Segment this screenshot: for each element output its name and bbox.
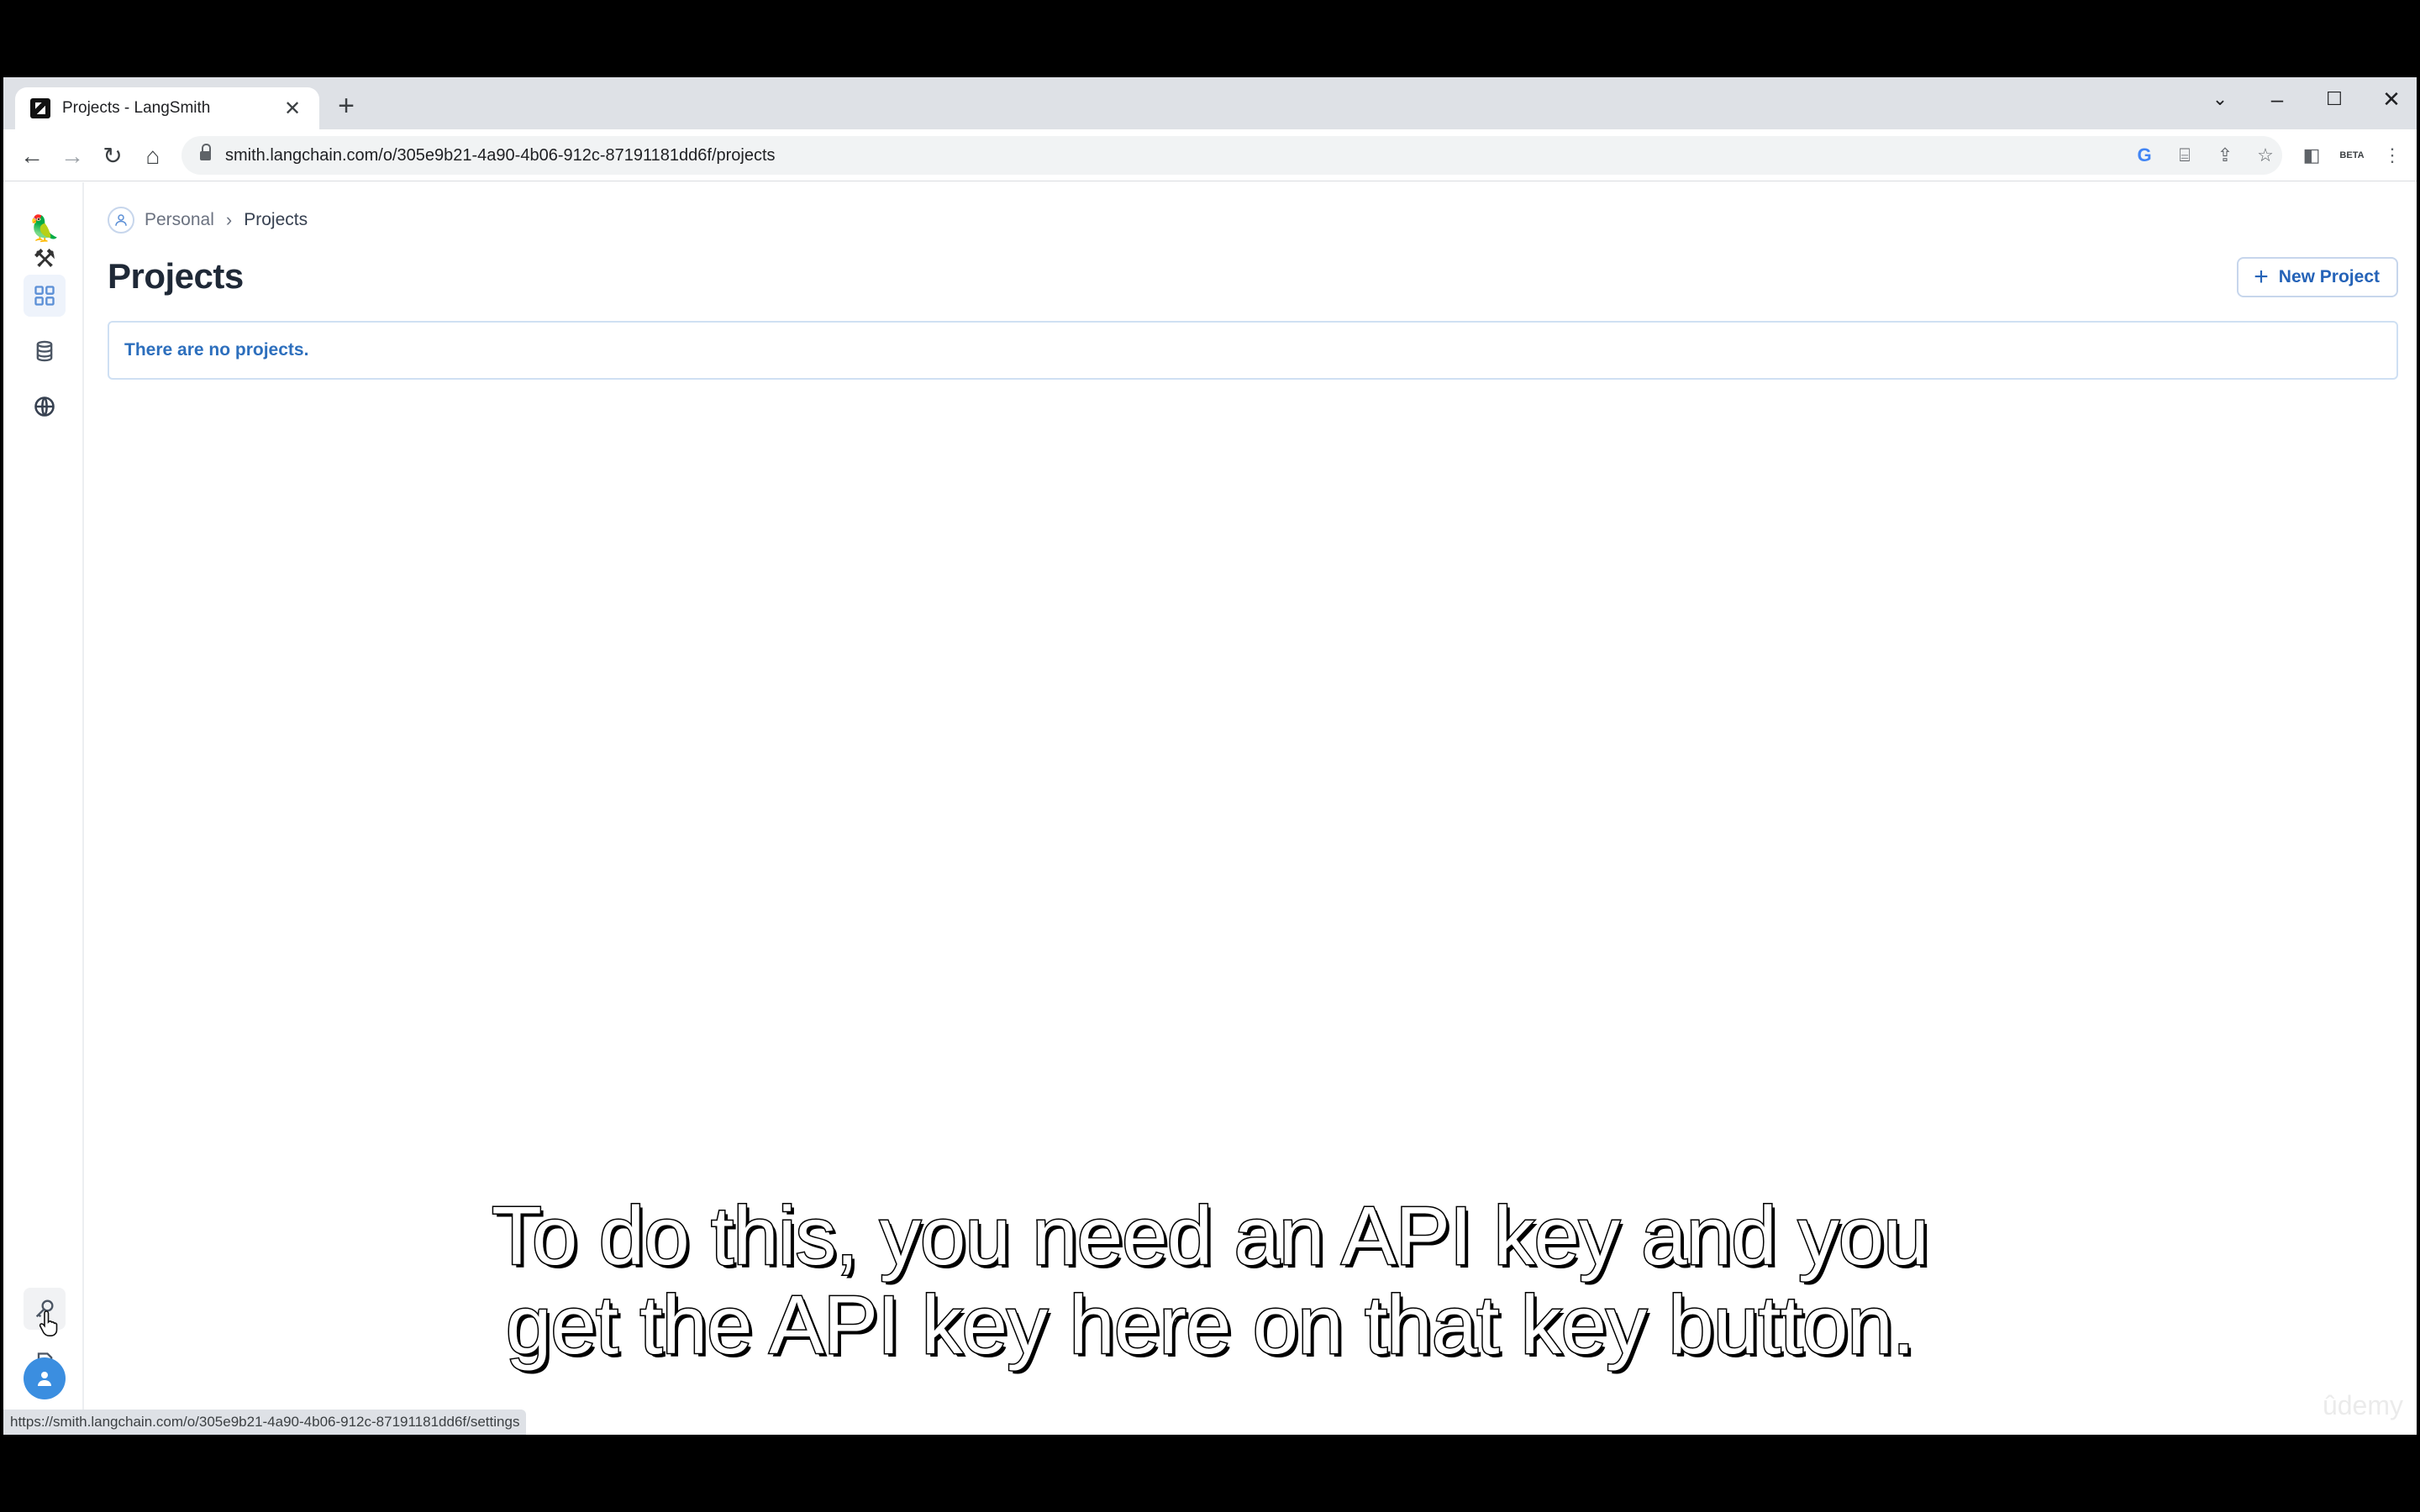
tab-title: Projects - LangSmith — [62, 99, 211, 117]
breadcrumb-personal-link[interactable]: Personal — [145, 210, 214, 230]
video-subtitle: To do this, you need an API key and you … — [0, 1189, 2420, 1371]
subtitle-line-1: To do this, you need an API key and you — [491, 1189, 1931, 1282]
lock-icon[interactable] — [200, 144, 211, 162]
langsmith-logo[interactable]: 🦜⚒ — [22, 214, 67, 273]
reload-icon[interactable]: ↻ — [96, 139, 129, 173]
tab-strip: Projects - LangSmith ✕ + ⌄ – ☐ ✕ — [3, 77, 2417, 129]
status-bar-url: https://smith.langchain.com/o/305e9b21-4… — [3, 1410, 527, 1435]
forward-arrow-icon[interactable]: → — [55, 139, 89, 173]
breadcrumb-current: Projects — [244, 210, 308, 229]
side-panel-icon[interactable]: ◧ — [2297, 141, 2326, 170]
person-icon — [108, 207, 134, 234]
udemy-watermark: ûdemy — [2322, 1390, 2403, 1420]
empty-projects-message: There are no projects. — [108, 321, 2398, 380]
subtitle-line-2: get the API key here on that key button. — [504, 1278, 1916, 1371]
plus-icon: + — [2254, 263, 2269, 291]
close-tab-icon[interactable]: ✕ — [281, 97, 304, 121]
chrome-menu-icon[interactable]: ⋮ — [2378, 141, 2407, 170]
datasets-icon[interactable] — [24, 330, 66, 372]
langsmith-favicon-icon — [30, 98, 50, 118]
new-tab-button[interactable]: + — [329, 89, 363, 123]
bookmark-star-icon[interactable]: ☆ — [2254, 144, 2277, 167]
translate-icon[interactable]: ⌸ — [2173, 144, 2196, 167]
browser-toolbar: ← → ↻ ⌂ smith.langchain.com/o/305e9b21-4… — [3, 129, 2417, 181]
google-icon[interactable]: G — [2133, 144, 2156, 167]
close-window-icon[interactable]: ✕ — [2375, 82, 2408, 116]
projects-grid-icon[interactable] — [24, 275, 66, 317]
breadcrumb: Personal › Projects — [108, 206, 308, 234]
new-project-button[interactable]: + New Project — [2237, 257, 2398, 297]
page-title: Projects — [108, 256, 244, 296]
globe-icon[interactable] — [24, 386, 66, 428]
maximize-icon[interactable]: ☐ — [2317, 82, 2351, 116]
tab-search-icon[interactable]: ⌄ — [2203, 82, 2237, 116]
minimize-icon[interactable]: – — [2260, 82, 2294, 116]
address-bar[interactable]: smith.langchain.com/o/305e9b21-4a90-4b06… — [182, 136, 2282, 175]
back-arrow-icon[interactable]: ← — [15, 139, 49, 173]
tab-projects[interactable]: Projects - LangSmith ✕ — [15, 87, 319, 129]
breadcrumb-separator: › — [225, 209, 233, 230]
screen: Projects - LangSmith ✕ + ⌄ – ☐ ✕ ← → ↻ ⌂… — [0, 0, 2420, 1512]
extension-icon[interactable]: BETA — [2338, 141, 2366, 170]
new-project-label: New Project — [2278, 267, 2380, 286]
url-text[interactable]: smith.langchain.com/o/305e9b21-4a90-4b06… — [225, 136, 776, 175]
home-icon[interactable]: ⌂ — [136, 139, 170, 173]
share-icon[interactable]: ⇪ — [2213, 144, 2237, 167]
